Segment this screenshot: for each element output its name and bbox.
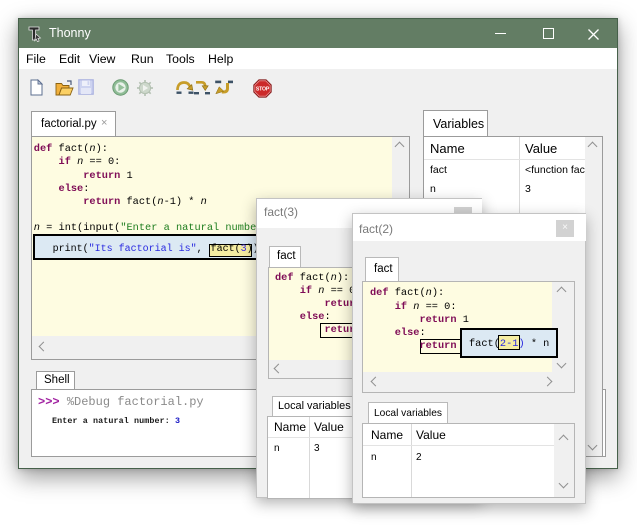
svg-text:STOP: STOP (256, 87, 270, 93)
